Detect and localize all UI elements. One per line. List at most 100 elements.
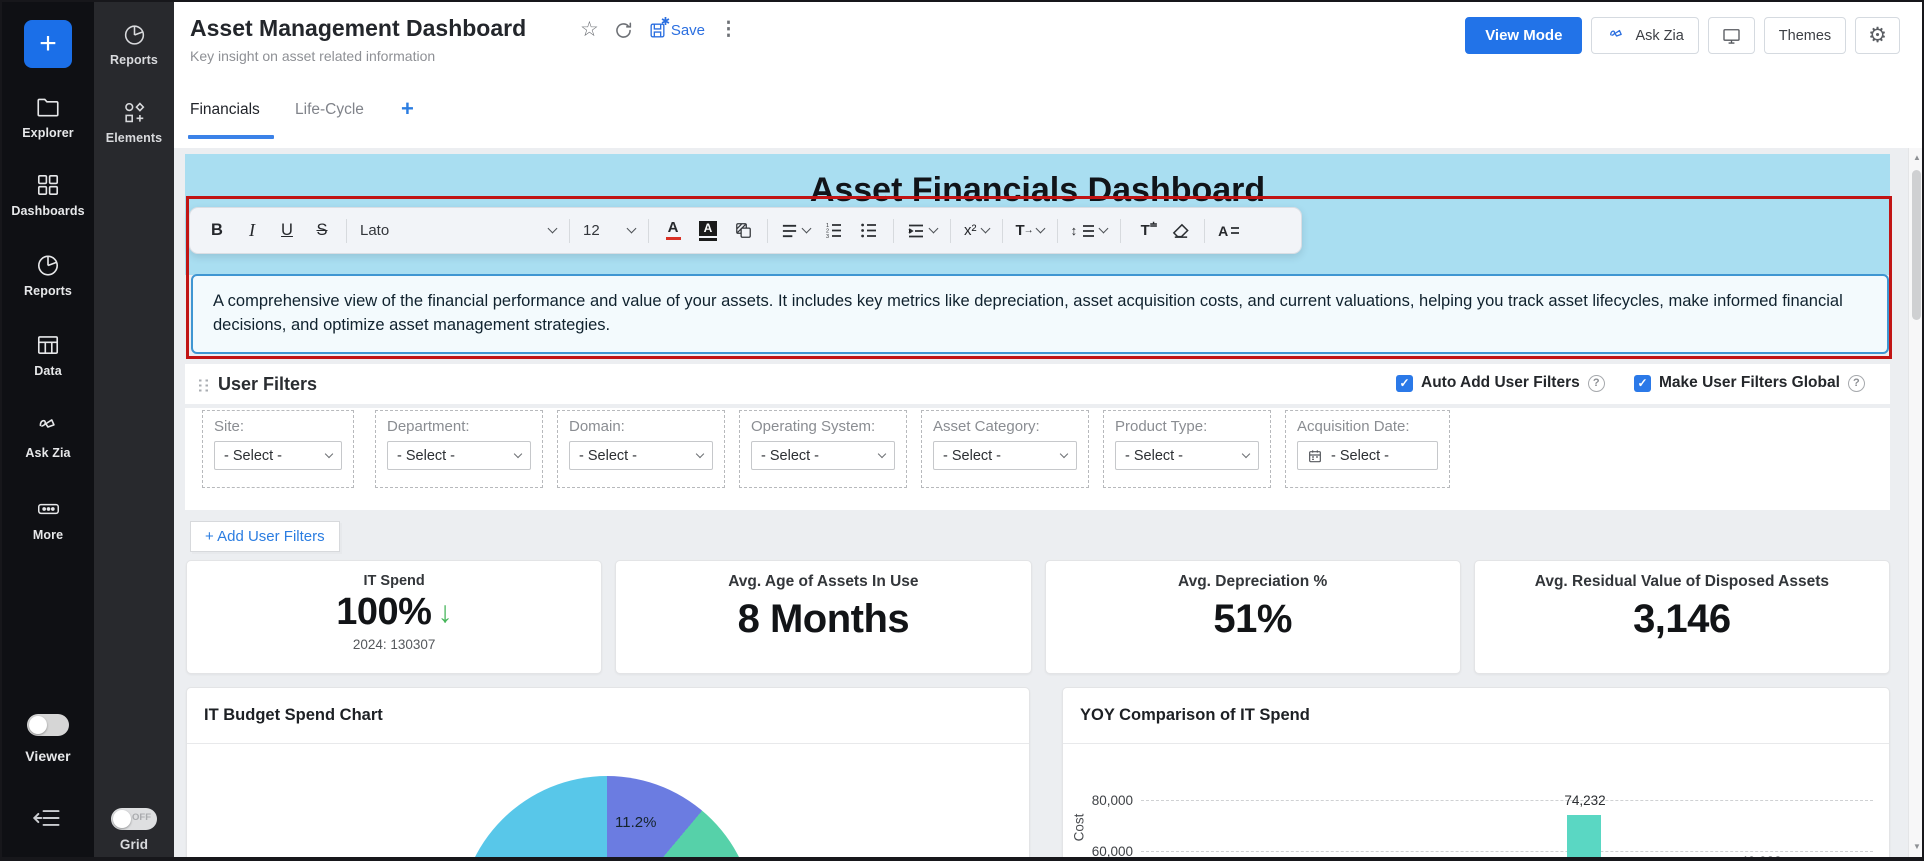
font-size-select[interactable]: 12 <box>583 222 635 239</box>
chevron-down-icon <box>878 449 886 457</box>
viewer-toggle-label: Viewer <box>2 748 94 764</box>
drag-handle-icon[interactable] <box>197 378 210 392</box>
site-select[interactable]: - Select - <box>214 441 342 470</box>
indent-select[interactable] <box>907 217 937 245</box>
themes-button[interactable]: Themes <box>1764 17 1846 54</box>
tab-life-cycle[interactable]: Life-Cycle <box>295 101 364 119</box>
kebab-menu-icon[interactable]: ⋮ <box>719 19 738 41</box>
format-painter-button[interactable] <box>732 217 754 245</box>
elements-shapes-icon <box>122 100 147 125</box>
arrow-right-icon: → <box>1024 225 1034 236</box>
auto-add-user-filters-checkbox[interactable]: ✓ Auto Add User Filters ? <box>1396 374 1605 392</box>
add-tab-button[interactable]: + <box>401 96 414 122</box>
chart-it-budget-spend[interactable]: IT Budget Spend Chart 11.2% <box>186 687 1030 861</box>
sidebar-item-dashboards[interactable]: Dashboards <box>2 172 94 218</box>
table-icon <box>35 332 61 358</box>
add-user-filters-button[interactable]: + Add User Filters <box>190 521 340 552</box>
vertical-scrollbar[interactable]: ▲ ▼ <box>1908 148 1924 859</box>
kpi-card-avg-depreciation[interactable]: Avg. Depreciation % 51% <box>1045 560 1461 674</box>
operating-system-select[interactable]: - Select - <box>751 441 895 470</box>
scrollbar-thumb[interactable] <box>1912 170 1921 320</box>
chevron-down-icon <box>514 449 522 457</box>
user-filters-title-row: User Filters <box>197 374 317 395</box>
asset-category-select[interactable]: - Select - <box>933 441 1077 470</box>
grid-toggle-item: OFF Grid <box>94 808 174 852</box>
settings-button[interactable]: ⚙ <box>1855 17 1900 54</box>
strikethrough-button[interactable]: S <box>311 217 333 245</box>
viewer-toggle[interactable] <box>27 714 69 736</box>
sidebar-item-data[interactable]: Data <box>2 332 94 378</box>
line-spacing-select[interactable]: ↕ <box>1071 217 1108 245</box>
kpi-card-avg-age[interactable]: Avg. Age of Assets In Use 8 Months <box>615 560 1031 674</box>
chevron-down-icon <box>325 449 333 457</box>
viewer-toggle-item: Viewer <box>2 714 94 764</box>
help-icon[interactable]: ? <box>1848 375 1865 392</box>
kpi-card-avg-residual-value[interactable]: Avg. Residual Value of Disposed Assets 3… <box>1474 560 1890 674</box>
bullet-list-button[interactable] <box>858 217 880 245</box>
favorite-star-icon[interactable]: ☆ <box>580 19 599 41</box>
domain-select[interactable]: - Select - <box>569 441 713 470</box>
panel-item-elements[interactable]: Elements <box>94 100 174 145</box>
bold-button[interactable]: B <box>206 217 228 245</box>
sidebar-item-ask-zia[interactable]: Ask Zia <box>2 414 94 460</box>
product-type-select[interactable]: - Select - <box>1115 441 1259 470</box>
align-icon <box>781 223 798 239</box>
gridline-60000 <box>1141 851 1873 852</box>
active-tab-underline <box>188 135 274 139</box>
grid-toggle[interactable]: OFF <box>111 808 157 830</box>
unsaved-asterisk: ✱ <box>661 15 670 28</box>
character-spacing-button[interactable]: T≐ <box>1134 217 1156 245</box>
highlight-color-button[interactable]: A <box>697 217 719 245</box>
underline-button[interactable]: U <box>276 217 298 245</box>
kpi-value: 100% ↓ <box>336 591 452 634</box>
zia-icon <box>1606 26 1628 46</box>
folder-icon <box>35 94 61 120</box>
acquisition-date-picker[interactable]: - Select - <box>1297 441 1438 470</box>
scroll-down-arrow-icon[interactable]: ▼ <box>1909 842 1924 851</box>
view-mode-button[interactable]: View Mode <box>1465 17 1582 54</box>
sidebar-item-more[interactable]: More <box>2 496 94 542</box>
kpi-title: Avg. Residual Value of Disposed Assets <box>1535 573 1829 591</box>
grid-toggle-label: Grid <box>94 837 174 852</box>
clear-format-button[interactable] <box>1169 217 1191 245</box>
filter-domain: Domain: - Select - <box>557 410 725 488</box>
make-user-filters-global-checkbox[interactable]: ✓ Make User Filters Global ? <box>1634 374 1865 392</box>
font-family-select[interactable]: Lato <box>360 222 556 239</box>
save-button[interactable]: ✱ Save <box>648 21 705 40</box>
filter-product-type: Product Type: - Select - <box>1103 410 1271 488</box>
text-direction-select[interactable]: T→ <box>1016 217 1044 245</box>
change-case-button[interactable]: A <box>1218 217 1240 245</box>
bar-value-label-partial: 49,932 <box>1721 854 1801 861</box>
sidebar-item-explorer[interactable]: Explorer <box>2 94 94 140</box>
collapse-sidebar-button[interactable] <box>32 806 62 830</box>
tab-financials[interactable]: Financials <box>190 101 260 119</box>
y-tick-80000: 80,000 <box>1077 793 1133 808</box>
indent-icon <box>907 223 925 239</box>
kpi-card-it-spend[interactable]: IT Spend 100% ↓ 2024: 130307 <box>186 560 602 674</box>
refresh-icon[interactable] <box>613 20 634 41</box>
panel-item-reports[interactable]: Reports <box>94 22 174 67</box>
sidebar-item-label: Ask Zia <box>2 446 94 460</box>
pie-chart[interactable] <box>459 776 755 861</box>
chevron-down-icon <box>929 224 939 234</box>
italic-button[interactable]: I <box>241 217 263 245</box>
bar-2024[interactable] <box>1567 815 1601 861</box>
chart-yoy-comparison[interactable]: YOY Comparison of IT Spend Cost 80,000 6… <box>1062 687 1890 861</box>
scroll-up-arrow-icon[interactable]: ▲ <box>1909 153 1924 162</box>
department-select[interactable]: - Select - <box>387 441 531 470</box>
align-select[interactable] <box>781 217 810 245</box>
description-text-widget[interactable]: A comprehensive view of the financial pe… <box>191 274 1889 354</box>
ask-zia-button[interactable]: Ask Zia <box>1591 17 1698 54</box>
ordered-list-icon: 123 <box>825 222 843 239</box>
superscript-select[interactable]: x² <box>964 217 989 245</box>
help-icon[interactable]: ? <box>1588 375 1605 392</box>
sidebar-item-reports[interactable]: Reports <box>2 252 94 298</box>
page-subtitle: Key insight on asset related information <box>190 48 435 64</box>
chevron-down-icon <box>1242 449 1250 457</box>
lines-icon <box>1082 224 1095 238</box>
checkbox-checked-icon: ✓ <box>1396 375 1413 392</box>
create-button[interactable]: + <box>24 20 72 68</box>
ordered-list-button[interactable]: 123 <box>823 217 845 245</box>
font-color-button[interactable]: A <box>662 217 684 245</box>
presentation-button[interactable] <box>1708 17 1755 54</box>
